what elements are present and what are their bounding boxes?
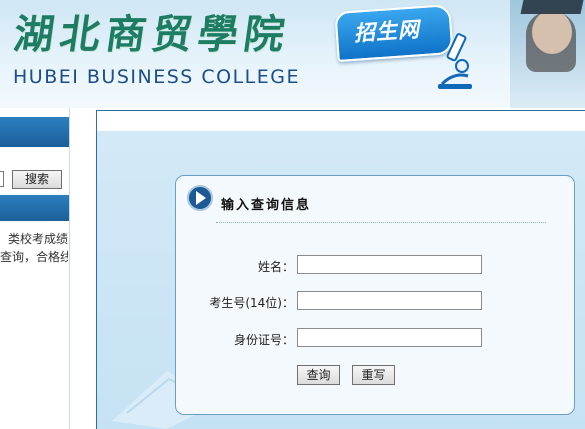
left-sidebar: 搜索 类校考成绩 查询，合格线	[0, 108, 70, 429]
sidebar-section-bar	[0, 195, 69, 221]
form-row-exam-number: 考生号(14位)：	[176, 291, 576, 313]
sidebar-news-text[interactable]: 类校考成绩 查询，合格线	[0, 230, 68, 266]
content-background: 输入查询信息 姓名： 考生号(14位)： 身份证号： 查询 重写	[97, 131, 585, 429]
query-button[interactable]: 查询	[297, 365, 340, 385]
microscope-icon	[438, 33, 472, 89]
sidebar-news-line[interactable]: 类校考成绩	[0, 230, 68, 248]
form-row-id-number: 身份证号：	[176, 328, 576, 350]
form-title: 输入查询信息	[221, 198, 312, 213]
search-input[interactable]	[0, 171, 4, 187]
arrow-right-circle-icon	[187, 185, 213, 211]
admissions-badge-label: 招生网	[353, 17, 421, 46]
reset-button[interactable]: 重写	[352, 365, 395, 385]
site-header: 湖北商贸學院 HUBEI BUSINESS COLLEGE 招生网	[0, 0, 585, 108]
content-panel: 输入查询信息 姓名： 考生号(14位)： 身份证号： 查询 重写	[96, 110, 585, 429]
form-row-name: 姓名：	[176, 255, 576, 277]
name-field[interactable]	[297, 255, 482, 274]
sidebar-header-bar	[0, 117, 69, 147]
exam-number-field[interactable]	[297, 291, 482, 310]
sidebar-news-line[interactable]: 查询，合格线	[0, 248, 68, 266]
exam-number-label: 考生号(14位)：	[209, 296, 294, 310]
college-logo-chinese: 湖北商贸學院	[10, 11, 294, 58]
name-label: 姓名：	[257, 260, 294, 274]
title-divider	[216, 222, 546, 223]
column-divider	[69, 108, 70, 429]
id-number-field[interactable]	[297, 328, 482, 347]
search-button[interactable]: 搜索	[12, 170, 62, 189]
student-photo	[510, 0, 585, 108]
id-number-label: 身份证号：	[233, 333, 294, 347]
query-form-card: 输入查询信息 姓名： 考生号(14位)： 身份证号： 查询 重写	[175, 175, 575, 415]
college-logo-english: HUBEI BUSINESS COLLEGE	[13, 66, 300, 88]
